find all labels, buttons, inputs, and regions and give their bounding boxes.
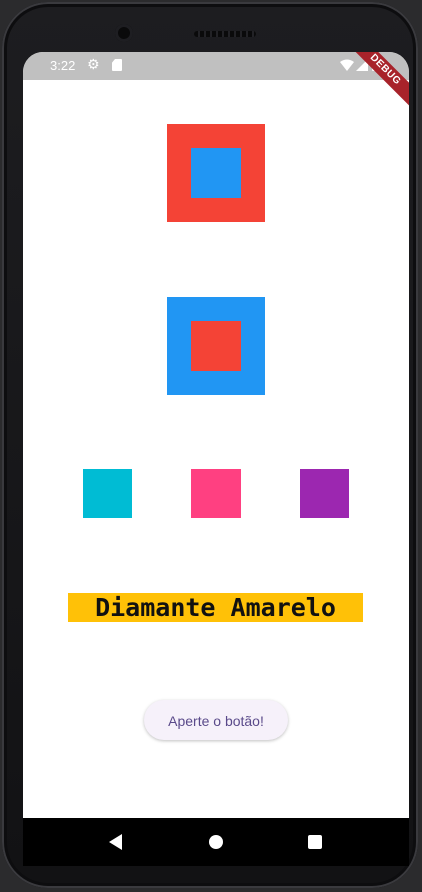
front-camera <box>115 24 133 42</box>
pink-square <box>191 469 241 518</box>
cyan-square <box>83 469 132 518</box>
wifi-icon <box>340 59 354 71</box>
gear-icon: ⚙ <box>87 57 100 73</box>
status-bar: 3:22 ⚙ <box>23 52 409 80</box>
device-frame: 3:22 ⚙ DEBUG Diamante Amarelo Aperte o b… <box>0 0 422 892</box>
earpiece-speaker <box>194 31 256 37</box>
home-icon[interactable] <box>209 835 223 849</box>
blue-square <box>167 297 265 395</box>
purple-square <box>300 469 349 518</box>
status-time: 3:22 <box>50 58 76 73</box>
back-icon[interactable] <box>109 834 122 850</box>
blue-inner-square <box>191 148 241 198</box>
press-button[interactable]: Aperte o botão! <box>144 700 288 740</box>
sd-card-icon <box>112 59 122 71</box>
navigation-bar <box>23 818 409 866</box>
app-screen: 3:22 ⚙ DEBUG Diamante Amarelo Aperte o b… <box>23 52 409 818</box>
recents-icon[interactable] <box>308 835 322 849</box>
red-square <box>167 124 265 222</box>
red-inner-square <box>191 321 241 371</box>
title-banner: Diamante Amarelo <box>68 593 363 622</box>
